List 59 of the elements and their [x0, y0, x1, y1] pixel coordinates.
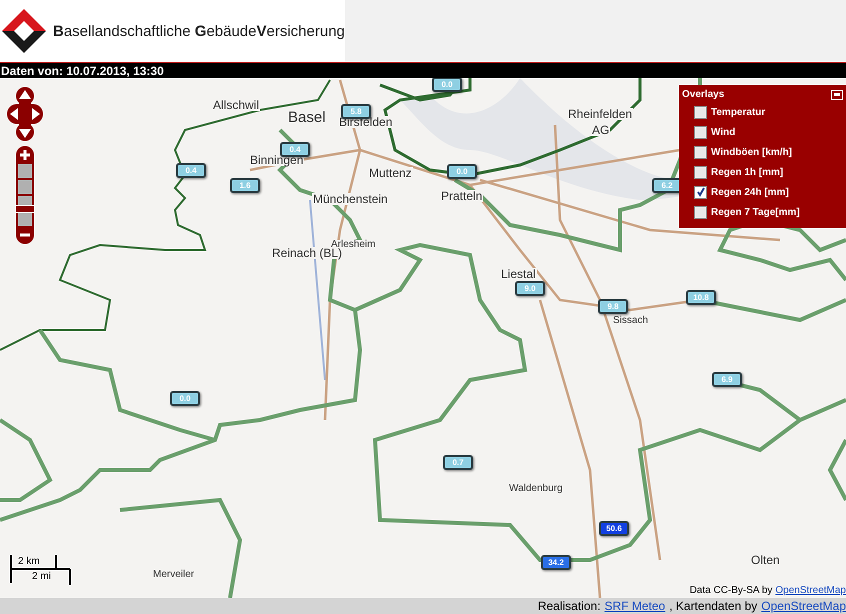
place-label: Merveiler: [152, 570, 196, 580]
place-label: Olten: [750, 554, 781, 566]
checkbox[interactable]: [694, 126, 707, 138]
overlay-option[interactable]: Windböen [km/h]: [711, 146, 792, 158]
rain-marker[interactable]: 9.0: [515, 281, 545, 296]
place-label: Binningen: [249, 154, 304, 166]
footer-text: , Kartendaten by: [669, 598, 758, 614]
openstreetmap-link[interactable]: OpenStreetMap: [761, 598, 846, 614]
rain-marker[interactable]: 0.0: [432, 78, 462, 92]
checkbox[interactable]: [694, 106, 707, 118]
scale-label: 2 km: [18, 556, 40, 567]
minimize-button[interactable]: [831, 90, 843, 100]
rain-marker[interactable]: 6.9: [712, 372, 742, 387]
checkbox[interactable]: [694, 186, 707, 198]
minus-icon: [19, 233, 31, 237]
zoom-in-button[interactable]: [16, 146, 34, 164]
place-label: Basel: [287, 110, 327, 125]
overlay-option[interactable]: Regen 1h [mm]: [711, 166, 784, 178]
overlay-option[interactable]: Regen 7 Tage[mm]: [711, 206, 800, 218]
zoom-slider-thumb[interactable]: [15, 204, 35, 213]
rain-marker[interactable]: 0.4: [280, 142, 310, 157]
checkbox[interactable]: [694, 166, 707, 178]
openstreetmap-link[interactable]: OpenStreetMap: [775, 585, 846, 596]
place-label: Muttenz: [368, 167, 413, 179]
rain-marker[interactable]: 0.0: [447, 164, 477, 179]
place-label: Liestal: [500, 268, 537, 280]
attribution-text: Data CC-By-SA by: [690, 585, 772, 596]
pan-control-icon[interactable]: [7, 87, 43, 141]
rain-marker[interactable]: 50.6: [599, 521, 629, 536]
zoom-out-button[interactable]: [16, 226, 34, 244]
checkbox[interactable]: [694, 146, 707, 158]
place-label: Reinach (BL): [271, 247, 344, 259]
rain-marker[interactable]: 0.7: [443, 455, 473, 470]
overlay-option[interactable]: Regen 24h [mm]: [711, 186, 789, 198]
plus-icon: [19, 149, 31, 161]
place-label: Rheinfelden: [567, 108, 634, 120]
checkbox[interactable]: [694, 206, 707, 218]
scale-bar-icon: [10, 555, 72, 585]
srf-meteo-link[interactable]: SRF Meteo: [604, 598, 666, 614]
company-name: Basellandschaftliche GebäudeVersicherung: [53, 22, 345, 40]
overlay-option[interactable]: Temperatur: [711, 106, 766, 118]
rain-marker[interactable]: 5.8: [341, 104, 371, 119]
place-label: Münchenstein: [312, 193, 389, 205]
rain-marker[interactable]: 9.8: [598, 299, 628, 314]
place-label: Allschwil: [212, 99, 260, 111]
place-label: AG: [591, 124, 610, 136]
footer-text: Realisation:: [538, 598, 601, 614]
rain-marker[interactable]: 34.2: [541, 555, 571, 570]
rain-marker[interactable]: 10.8: [686, 290, 716, 305]
panel-title: Overlays: [682, 89, 724, 100]
scale-label: 2 mi: [32, 571, 51, 582]
place-label: Pratteln: [440, 190, 484, 202]
rain-marker[interactable]: 1.6: [230, 178, 260, 193]
rain-marker[interactable]: 0.0: [170, 391, 200, 406]
overlay-option[interactable]: Wind: [711, 126, 736, 138]
place-label: Waldenburg: [508, 484, 564, 494]
date-bar: Daten von: 10.07.2013, 13:30: [0, 62, 846, 78]
rain-marker[interactable]: 0.4: [176, 163, 206, 178]
place-label: Sissach: [612, 316, 650, 326]
